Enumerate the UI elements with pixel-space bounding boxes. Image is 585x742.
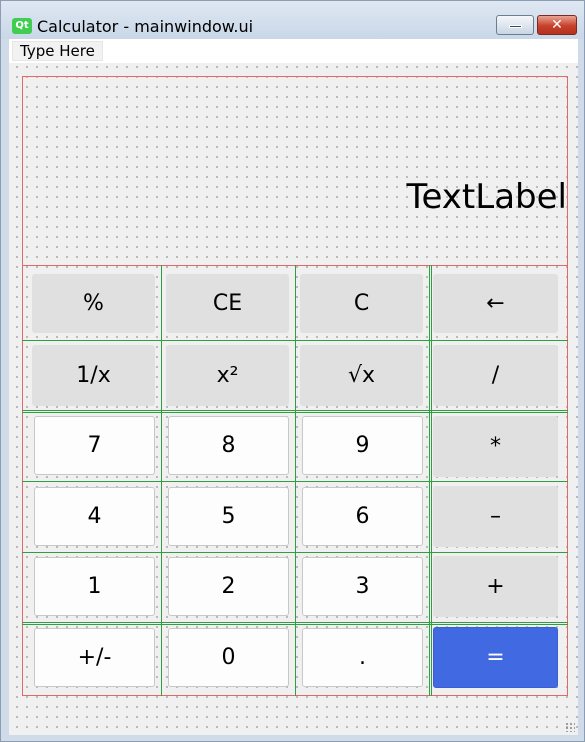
resize-grip-icon[interactable] — [565, 722, 575, 732]
digit-6-button[interactable]: 6 — [302, 487, 423, 546]
sqrt-button[interactable]: √x — [300, 345, 423, 406]
title-bar[interactable]: Qt Calculator - mainwindow.ui ✕ — [1, 1, 584, 39]
square-button[interactable]: x² — [166, 345, 289, 406]
grid-line — [22, 481, 568, 482]
digit-1-button[interactable]: 1 — [34, 557, 155, 616]
display-label[interactable]: TextLabel — [407, 177, 568, 217]
decimal-button[interactable]: . — [302, 628, 423, 687]
add-button[interactable]: + — [433, 556, 558, 617]
grid-line — [22, 340, 568, 341]
clear-entry-button[interactable]: CE — [166, 274, 289, 333]
subtract-button[interactable]: – — [433, 486, 558, 547]
digit-0-button[interactable]: 0 — [168, 628, 289, 687]
digit-9-button[interactable]: 9 — [302, 416, 423, 475]
menu-bar: Type Here — [9, 39, 578, 63]
grid-line — [22, 552, 568, 553]
grid-line — [22, 412, 568, 413]
window-title: Calculator - mainwindow.ui — [37, 17, 254, 36]
close-button[interactable]: ✕ — [537, 15, 577, 35]
digit-7-button[interactable]: 7 — [34, 416, 155, 475]
digit-8-button[interactable]: 8 — [168, 416, 289, 475]
grid-line — [22, 410, 568, 411]
menu-type-here[interactable]: Type Here — [12, 41, 103, 61]
percent-button[interactable]: % — [32, 274, 155, 333]
designer-window: Qt Calculator - mainwindow.ui ✕ Type Her… — [0, 0, 585, 742]
clear-button[interactable]: C — [300, 274, 423, 333]
grid-line — [22, 624, 568, 625]
digit-4-button[interactable]: 4 — [34, 487, 155, 546]
form-canvas: Type Here TextLabel % CE C ← 1/x x² √x /… — [9, 39, 578, 735]
qt-logo-icon: Qt — [12, 18, 32, 34]
negate-button[interactable]: +/- — [34, 628, 155, 687]
reciprocal-button[interactable]: 1/x — [32, 345, 155, 406]
equals-button[interactable]: = — [433, 627, 558, 688]
minimize-button[interactable] — [496, 15, 534, 35]
divide-button[interactable]: / — [433, 345, 558, 406]
digit-2-button[interactable]: 2 — [168, 557, 289, 616]
backspace-button[interactable]: ← — [433, 274, 558, 333]
multiply-button[interactable]: * — [433, 416, 558, 477]
minimize-icon — [509, 25, 522, 28]
digit-5-button[interactable]: 5 — [168, 487, 289, 546]
digit-3-button[interactable]: 3 — [302, 557, 423, 616]
grid-line — [22, 622, 568, 623]
